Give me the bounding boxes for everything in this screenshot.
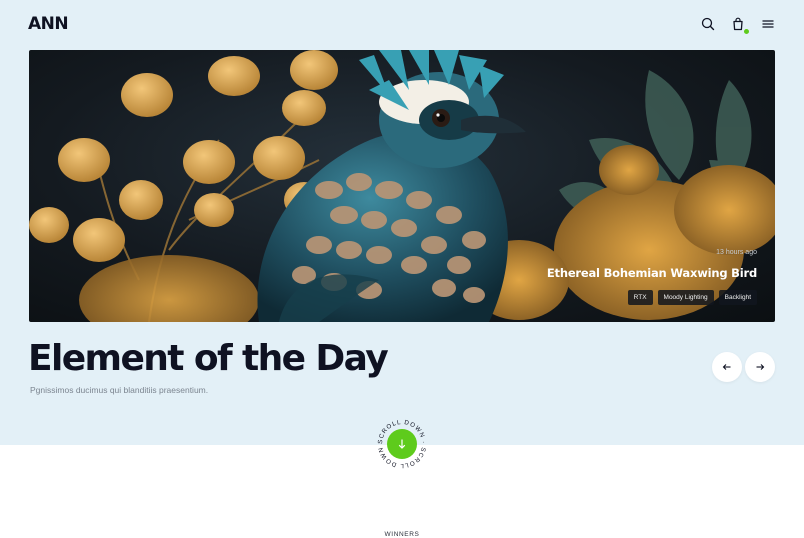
menu-icon[interactable]	[760, 16, 776, 32]
arrow-left-icon	[722, 364, 731, 370]
tag-list: RTX Moody Lighting Backlight	[627, 290, 757, 305]
cart-badge	[743, 28, 750, 35]
featured-image[interactable]: 13 hours ago Ethereal Bohemian Waxwing B…	[29, 50, 775, 322]
section-label: WINNERS	[384, 531, 420, 538]
previous-button[interactable]	[712, 352, 742, 382]
bird-artwork	[29, 50, 775, 322]
arrow-right-icon	[756, 364, 765, 370]
page-title: Element of the Day	[28, 338, 389, 379]
post-time: 13 hours ago	[716, 249, 757, 256]
tag-rtx[interactable]: RTX	[627, 290, 653, 305]
featured-item-title[interactable]: Ethereal Bohemian Waxwing Bird	[547, 266, 757, 280]
page-subtitle: Pgnissimos ducimus qui blanditiis praese…	[30, 385, 209, 395]
search-icon[interactable]	[700, 16, 716, 32]
next-button[interactable]	[745, 352, 775, 382]
tag-backlight[interactable]: Backlight	[718, 290, 757, 305]
site-logo[interactable]: ANN	[28, 14, 69, 34]
shopping-bag-icon[interactable]	[730, 16, 750, 35]
scroll-down-button[interactable]: SCROLL DOWN · SCROLL DOWN ·	[373, 412, 429, 471]
scroll-button-circle	[387, 429, 417, 459]
header-actions	[700, 16, 776, 35]
arrow-down-icon	[398, 439, 406, 449]
tag-moody-lighting[interactable]: Moody Lighting	[657, 290, 714, 305]
